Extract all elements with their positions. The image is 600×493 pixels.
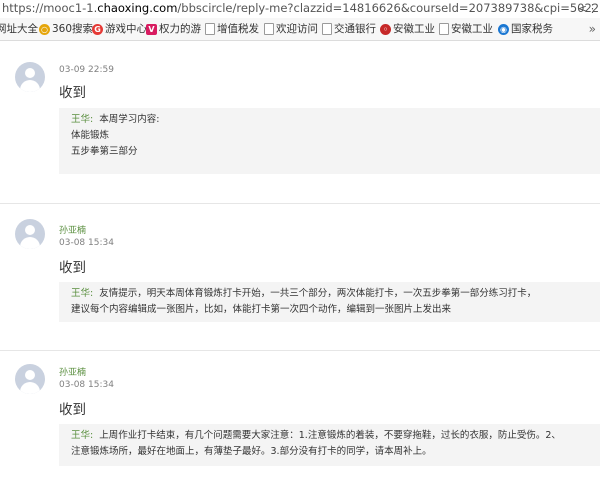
avatar[interactable] bbox=[15, 364, 45, 394]
quoted-post: 王华: 上周作业打卡结束，有几个问题需要大家注意：1.注意锻炼的着装，不要穿拖鞋… bbox=[59, 424, 600, 466]
post-time: 03-08 15:34 bbox=[59, 380, 114, 390]
quote-line: 注意锻炼场所，最好在地面上，有薄垫子最好。3.部分没有打卡的同学，请本周补上。 bbox=[71, 446, 432, 457]
bookmark-label: 网址大全 bbox=[0, 23, 38, 35]
reply-text: 收到 bbox=[59, 260, 86, 276]
bookmark-item[interactable]: 网址大全 bbox=[0, 18, 38, 40]
share-icon[interactable]: < bbox=[578, 0, 587, 17]
bookmark-label: 国家税务 bbox=[511, 23, 553, 35]
bookmark-item[interactable]: ○ 360搜索 bbox=[39, 18, 93, 40]
divider bbox=[0, 350, 600, 351]
bookmark-item[interactable]: ◉ 国家税务 bbox=[498, 18, 553, 40]
bookmark-item[interactable]: G 游戏中心 bbox=[92, 18, 147, 40]
quoted-post: 王华: 本周学习内容: 体能锻炼 五步拳第三部分 bbox=[59, 108, 600, 174]
page-icon bbox=[264, 23, 274, 35]
avatar[interactable] bbox=[15, 219, 45, 249]
quote-line: 友情提示，明天本周体育锻炼打卡开始，一共三个部分，两次体能打卡，一次五步拳第一部… bbox=[99, 288, 537, 299]
quote-author[interactable]: 王华: bbox=[71, 430, 93, 441]
bookmark-item[interactable]: ◦ 安徽工业 bbox=[380, 18, 435, 40]
bookmark-label: 安徽工业 bbox=[451, 23, 493, 35]
bookmark-label: 权力的游 bbox=[159, 23, 201, 35]
bookmark-item[interactable]: 欢迎访问 bbox=[264, 18, 318, 40]
post-time: 03-09 22:59 bbox=[59, 65, 114, 75]
post-author[interactable]: 孙亚楠 bbox=[59, 365, 86, 378]
quote-line: 建议每个内容编辑成一张图片，比如，体能打卡第一次四个动作，编辑到一张图片上发出来 bbox=[71, 304, 452, 315]
post-author[interactable]: 孙亚楠 bbox=[59, 223, 86, 236]
ahut-icon: ◦ bbox=[380, 23, 391, 35]
bookmarks-bar: 网址大全 ○ 360搜索 G 游戏中心 V 权力的游 增值税发 欢迎访问 交通银… bbox=[0, 18, 600, 41]
quote-line: 体能锻炼 bbox=[71, 130, 110, 141]
bookmark-label: 欢迎访问 bbox=[276, 23, 318, 35]
v-icon: V bbox=[146, 23, 157, 35]
post-time: 03-08 15:34 bbox=[59, 238, 114, 248]
quote-line: 本周学习内容: bbox=[99, 114, 160, 125]
bookmark-item[interactable]: 交通银行 bbox=[322, 18, 376, 40]
avatar[interactable] bbox=[15, 62, 45, 92]
bookmark-item[interactable]: 安徽工业 bbox=[439, 18, 493, 40]
quoted-post: 王华: 友情提示，明天本周体育锻炼打卡开始，一共三个部分，两次体能打卡，一次五步… bbox=[59, 282, 600, 322]
reply-list: 03-09 22:59 收到 王华: 本周学习内容: 体能锻炼 五步拳第三部分 … bbox=[0, 41, 600, 493]
page-icon bbox=[322, 23, 332, 35]
more-icon[interactable]: ⋮ bbox=[587, 0, 598, 17]
reply-text: 收到 bbox=[59, 85, 86, 101]
bookmark-label: 交通银行 bbox=[334, 23, 376, 35]
bookmark-label: 游戏中心 bbox=[105, 23, 147, 35]
game-icon: G bbox=[92, 23, 103, 35]
reply-text: 收到 bbox=[59, 402, 86, 418]
bookmark-label: 安徽工业 bbox=[393, 23, 435, 35]
bookmarks-overflow-button[interactable]: » bbox=[589, 18, 596, 40]
page-icon bbox=[205, 23, 215, 35]
divider bbox=[0, 203, 600, 204]
page-icon bbox=[439, 23, 449, 35]
url-text[interactable]: https://mooc1-1.chaoxing.com/bbscircle/r… bbox=[2, 0, 600, 17]
360-icon: ○ bbox=[39, 23, 50, 35]
address-bar[interactable]: https://mooc1-1.chaoxing.com/bbscircle/r… bbox=[0, 0, 600, 18]
quote-line: 上周作业打卡结束，有几个问题需要大家注意：1.注意锻炼的着装，不要穿拖鞋，过长的… bbox=[99, 430, 561, 441]
bookmark-label: 增值税发 bbox=[217, 23, 259, 35]
bookmark-item[interactable]: V 权力的游 bbox=[146, 18, 201, 40]
bookmark-item[interactable]: 增值税发 bbox=[205, 18, 259, 40]
quote-author[interactable]: 王华: bbox=[71, 114, 93, 125]
quote-line: 五步拳第三部分 bbox=[71, 146, 138, 157]
quote-author[interactable]: 王华: bbox=[71, 288, 93, 299]
tax-icon: ◉ bbox=[498, 23, 509, 35]
bookmark-label: 360搜索 bbox=[52, 23, 94, 35]
